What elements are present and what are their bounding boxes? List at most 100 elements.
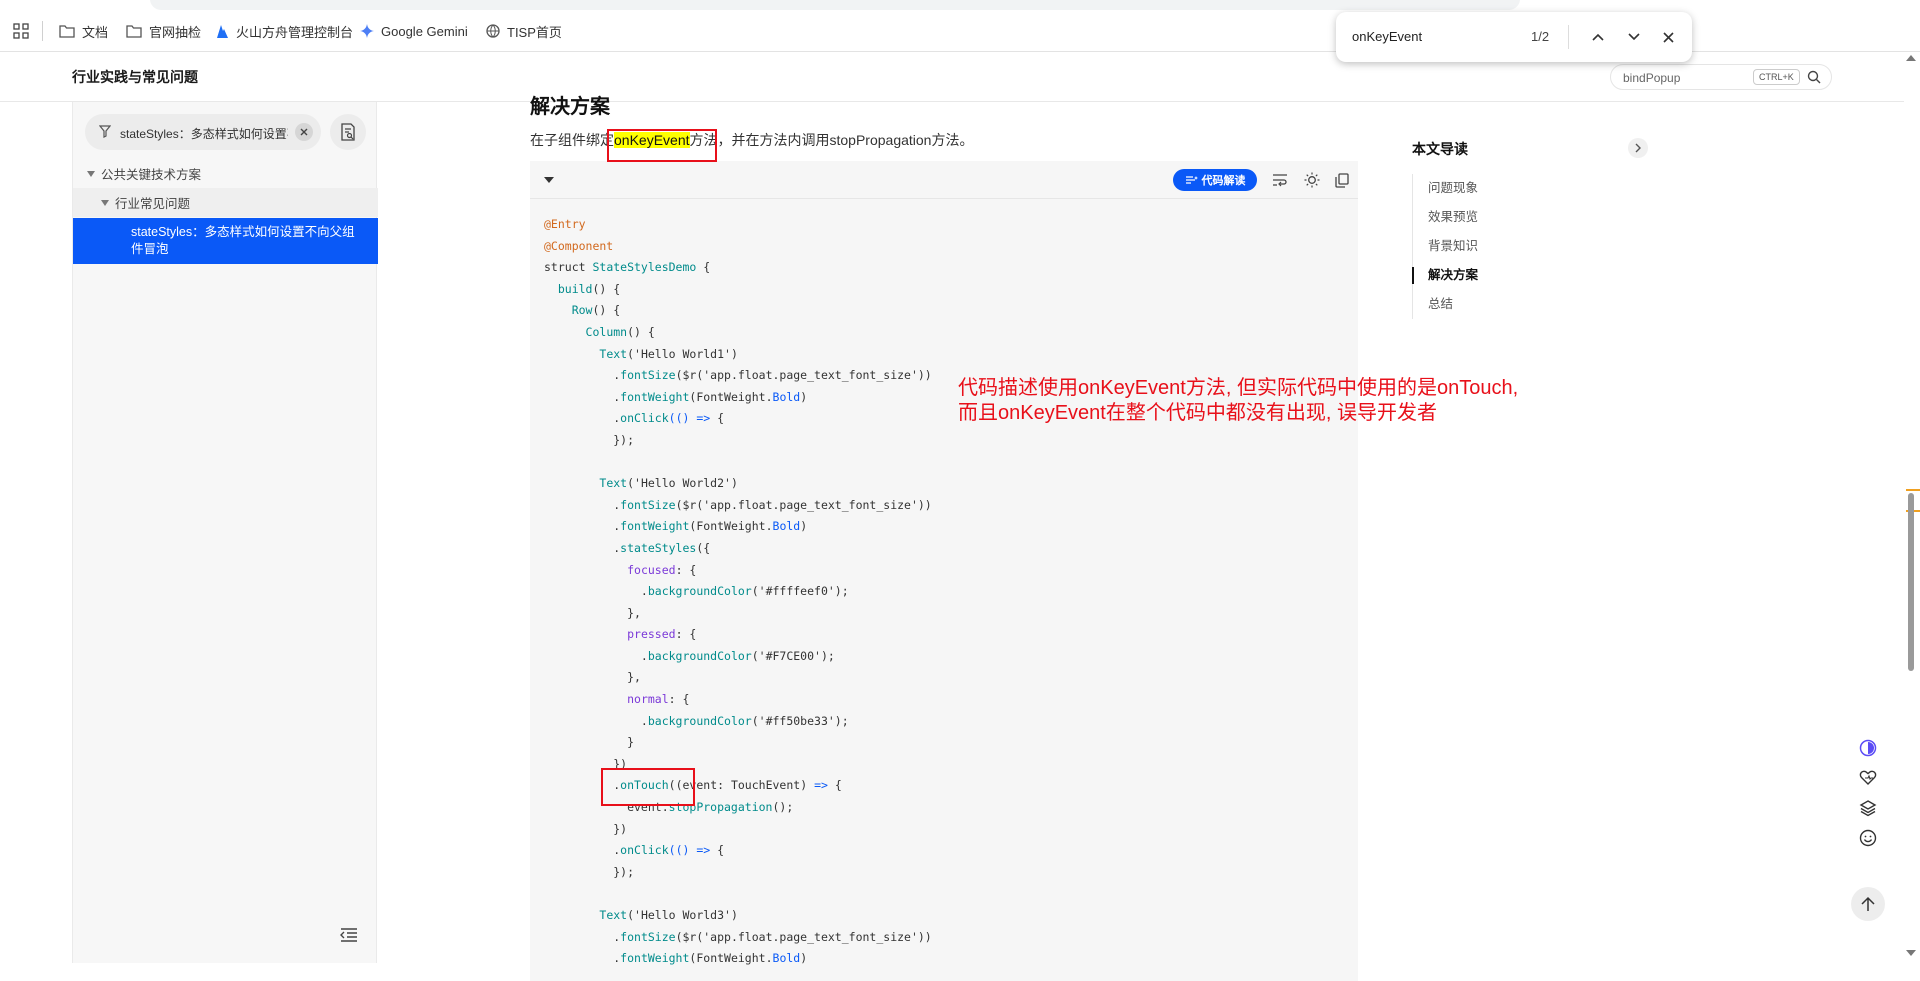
- highlight-box-onkeyevent: [607, 129, 717, 162]
- toc-expand-button[interactable]: [1628, 138, 1648, 158]
- bookmark-label: 文档: [82, 24, 109, 40]
- apps-grid-icon[interactable]: [13, 23, 29, 39]
- toc-item[interactable]: 解决方案: [1411, 261, 1478, 290]
- scroll-down-arrow-icon[interactable]: [1906, 950, 1916, 956]
- code-token: backgroundColor: [647, 713, 752, 728]
- scroll-up-arrow-icon[interactable]: [1906, 55, 1916, 61]
- code-token: },: [544, 605, 641, 620]
- code-token: ($r('app.float.page_text_font_size')): [675, 497, 932, 512]
- code-token: (() =>: [668, 411, 711, 426]
- code-token: ('Hello World1'): [627, 346, 738, 361]
- code-line: normal: {: [544, 692, 932, 714]
- code-token: build: [557, 281, 593, 296]
- code-token: .: [544, 951, 621, 966]
- find-match-marker: [1906, 489, 1920, 491]
- doc-outline-button[interactable]: [330, 114, 366, 150]
- tree-item-industry-faq[interactable]: 行业常见问题: [73, 188, 378, 217]
- code-token: });: [544, 864, 635, 879]
- search-shortcut-badge: CTRL+K: [1753, 69, 1800, 85]
- code-token: .: [544, 540, 621, 555]
- bookmark-google-gemini[interactable]: Google Gemini: [360, 21, 468, 41]
- copy-code-button[interactable]: [1332, 170, 1352, 190]
- search-input[interactable]: bindPopup CTRL+K: [1610, 64, 1832, 90]
- code-line: Text('Hello World3'): [544, 908, 932, 930]
- code-line: pressed: {: [544, 627, 932, 649]
- code-token: {: [827, 778, 842, 793]
- code-token: .: [544, 929, 621, 944]
- layers-icon[interactable]: [1859, 799, 1877, 817]
- code-token: Text: [599, 476, 628, 491]
- code-line: focused: {: [544, 563, 932, 585]
- chevron-right-icon: [1635, 143, 1641, 153]
- code-line: .backgroundColor('#ffffeef0');: [544, 584, 932, 606]
- code-token: Bold: [772, 519, 801, 534]
- code-token: () {: [592, 303, 621, 318]
- filter-icon: [99, 125, 111, 138]
- toc-item[interactable]: 背景知识: [1413, 232, 1478, 261]
- code-token: Row: [571, 303, 593, 318]
- assistant-icon[interactable]: [1859, 739, 1877, 757]
- code-token: normal: [627, 692, 669, 707]
- find-previous-button[interactable]: [1586, 25, 1610, 49]
- bookmark-volcano-console[interactable]: 火山方舟管理控制台: [215, 21, 353, 41]
- volcano-logo-icon: [217, 25, 228, 38]
- code-token: ): [800, 951, 808, 966]
- code-token: event: TouchEvent): [682, 778, 815, 793]
- code-token: ('#F7CE00');: [751, 648, 835, 663]
- code-explain-button[interactable]: 代码解读: [1173, 169, 1257, 191]
- feedback-heart-icon[interactable]: [1859, 769, 1877, 787]
- find-close-button[interactable]: [1656, 25, 1680, 49]
- find-next-button[interactable]: [1622, 25, 1646, 49]
- chevron-down-icon: [1628, 33, 1640, 41]
- bookmark-tisp-home[interactable]: TISP首页: [486, 21, 562, 41]
- bookmark-official-check[interactable]: 官网抽检: [126, 21, 201, 41]
- code-line: .backgroundColor('#ff50be33');: [544, 714, 932, 736]
- code-line: @Entry: [544, 217, 932, 239]
- collapse-sidebar-icon[interactable]: [340, 927, 358, 943]
- bookmark-docs[interactable]: 文档: [59, 21, 108, 41]
- toc-item[interactable]: 问题现象: [1413, 174, 1478, 203]
- sidebar-filter-input[interactable]: stateStyles：多态样式如何设置不向父组件冒泡: [85, 114, 321, 150]
- expand-triangle-icon: [101, 199, 109, 206]
- tree-item-selected[interactable]: stateStyles：多态样式如何设置不向父组件冒泡: [73, 218, 378, 264]
- code-token: =>: [814, 778, 828, 793]
- code-token: .: [544, 368, 621, 383]
- wrap-lines-button[interactable]: [1270, 170, 1290, 190]
- solution-paragraph: 在子组件绑定onKeyEvent方法，并在方法内调用stopPropagatio…: [530, 130, 973, 150]
- code-token: ('Hello World3'): [627, 908, 738, 922]
- code-token: fontSize: [620, 497, 676, 512]
- address-bar-fragment[interactable]: [150, 0, 1520, 10]
- collapse-code-icon[interactable]: [544, 177, 554, 183]
- code-line: });: [544, 865, 932, 887]
- scrollbar-thumb[interactable]: [1908, 493, 1914, 671]
- tree-item-public-tech[interactable]: 公共关键技术方案: [73, 159, 378, 188]
- globe-icon: [486, 24, 500, 38]
- bookmark-label: Google Gemini: [381, 23, 468, 39]
- smile-icon[interactable]: [1859, 829, 1877, 847]
- theme-toggle-button[interactable]: [1302, 170, 1322, 190]
- code-explain-label: 代码解读: [1201, 175, 1246, 187]
- back-to-top-button[interactable]: [1851, 887, 1885, 921]
- code-line: .fontSize($r('app.float.page_text_font_s…: [544, 930, 932, 952]
- paragraph-text-start: 在子组件绑定: [530, 132, 614, 148]
- code-token: Column: [585, 324, 628, 339]
- code-line: .fontWeight(FontWeight.Bold): [544, 390, 932, 412]
- search-icon[interactable]: [1807, 70, 1821, 84]
- code-token: ): [800, 519, 808, 534]
- toc-item[interactable]: 总结: [1413, 290, 1478, 319]
- code-block-toolbar: 代码解读: [530, 161, 1358, 199]
- toc-item[interactable]: 效果预览: [1413, 203, 1478, 232]
- clear-filter-button[interactable]: [295, 123, 313, 141]
- code-line: }): [544, 822, 932, 844]
- highlight-box-ontouch: [601, 768, 695, 806]
- code-token: fontWeight: [620, 389, 690, 404]
- arrow-up-icon: [1861, 896, 1875, 911]
- code-token: });: [544, 432, 635, 447]
- section-heading: 解决方案: [530, 96, 610, 118]
- code-token: ();: [772, 800, 794, 815]
- find-query[interactable]: onKeyEvent: [1352, 29, 1422, 44]
